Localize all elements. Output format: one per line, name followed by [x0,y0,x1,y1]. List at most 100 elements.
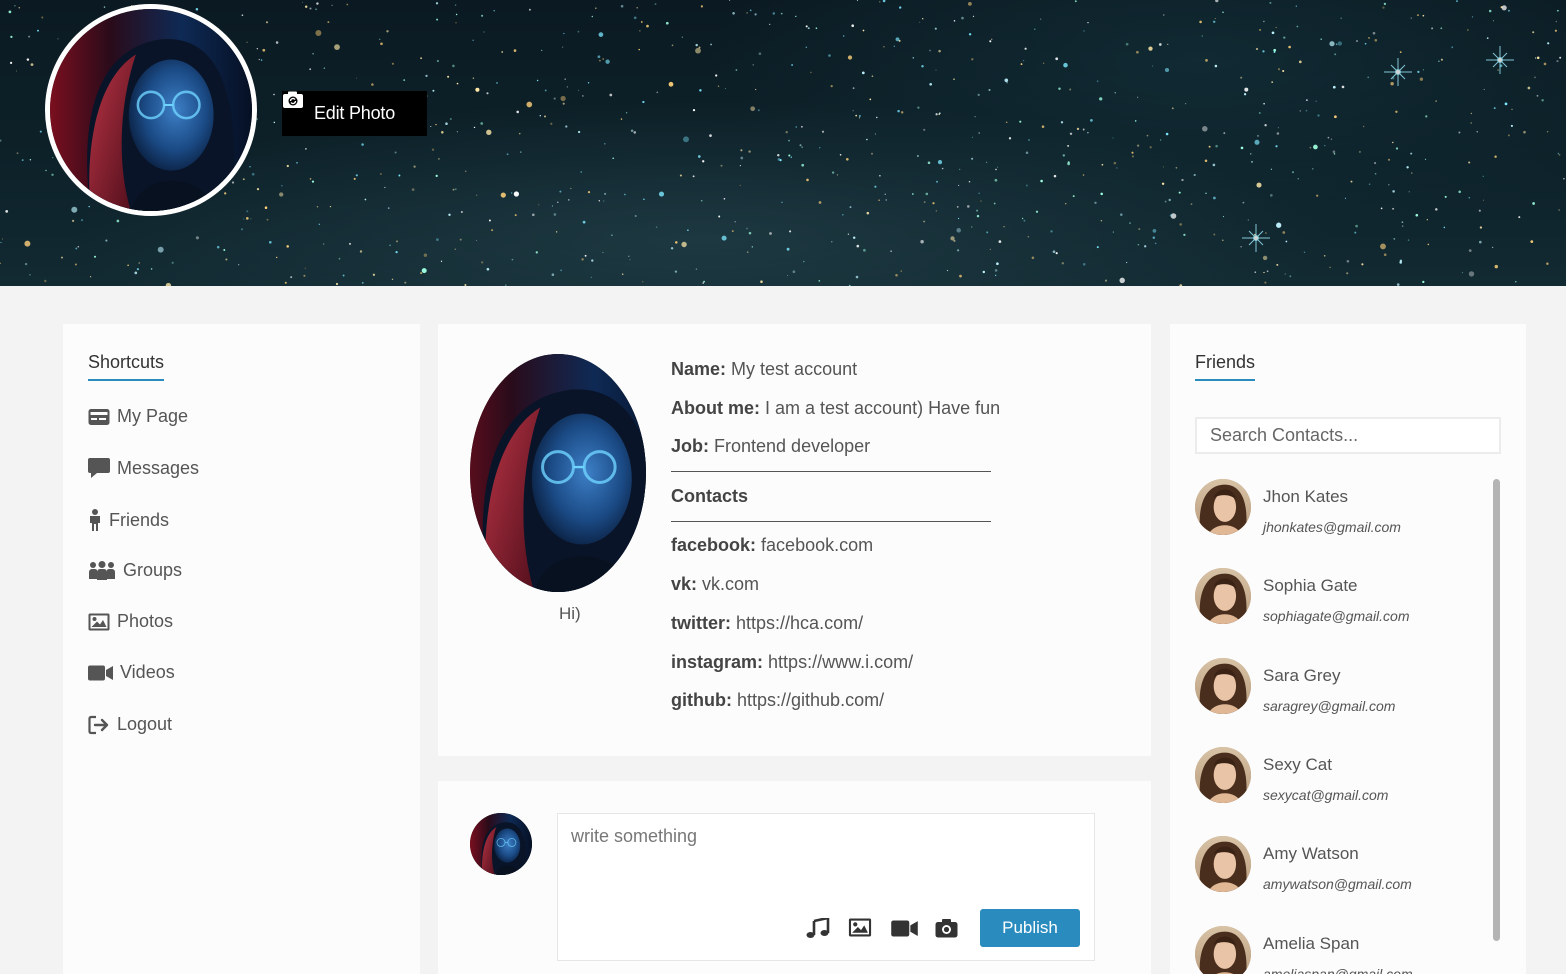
contact-avatar-image [1195,836,1251,892]
contact-row-facebook: facebook: facebook.com [671,535,873,556]
shortcuts-title: Shortcuts [88,352,165,381]
shortcut-label: Groups [123,560,183,580]
divider [671,471,991,472]
contact-item[interactable]: Amy Watson amywatson@gmail.com [1195,836,1495,896]
id-card-icon [88,408,110,425]
contact-avatar [1195,568,1251,624]
shortcut-label: Messages [117,457,200,478]
composer-avatar [470,813,532,875]
shortcut-friends[interactable]: Friends [88,509,169,531]
contact-item[interactable]: Sexy Cat sexycat@gmail.com [1195,747,1495,807]
contacts-title: Contacts [671,486,749,506]
profile-photo-image [470,354,646,592]
post-box: Publish [557,813,1095,961]
person-icon [90,509,100,531]
shortcut-label: Logout [117,714,173,734]
contact-email: amywatson@gmail.com [1263,876,1412,892]
edit-photo-button[interactable]: Edit Photo [282,91,427,136]
name-label: Name: [671,359,727,379]
shortcut-photos[interactable]: Photos [88,611,173,632]
contact-label: vk: [671,574,698,594]
sign-out-icon [88,715,109,734]
profile-avatar[interactable] [45,4,257,216]
shortcuts-panel: Shortcuts My Page Messages Friends Group… [63,324,420,974]
contact-email: jhonkates@gmail.com [1263,519,1401,535]
contact-avatar-image [1195,747,1251,803]
contact-name: Amelia Span [1263,934,1360,953]
contact-email: saragrey@gmail.com [1263,698,1396,714]
shortcut-my-page[interactable]: My Page [88,406,188,427]
shortcut-label: Friends [109,509,170,530]
shortcut-label: My Page [117,406,189,426]
comment-icon [88,458,110,478]
contact-avatar [1195,479,1251,535]
shortcut-groups[interactable]: Groups [88,560,182,581]
shortcut-logout[interactable]: Logout [88,714,172,735]
profile-status: Hi) [559,604,581,623]
contact-item[interactable]: Sara Grey saragrey@gmail.com [1195,658,1495,718]
contact-link[interactable]: https://hca.com/ [736,613,863,633]
contact-name: Sara Grey [1263,666,1341,685]
search-contacts-input[interactable] [1195,417,1501,454]
contact-row-twitter: twitter: https://hca.com/ [671,613,863,634]
contact-name: Sexy Cat [1263,755,1332,774]
contact-label: twitter: [671,613,731,633]
video-camera-icon[interactable] [891,920,918,937]
contact-name: Jhon Kates [1263,487,1349,506]
profile-photo [470,354,646,592]
shortcut-label: Videos [120,662,175,682]
camera-retro-icon [283,91,303,108]
contact-avatar [1195,658,1251,714]
music-icon[interactable] [806,918,830,938]
cover-banner: Edit Photo [0,0,1566,286]
contact-avatar [1195,747,1251,803]
contacts-list: Jhon Kates jhonkates@gmail.com Sophia Ga… [1195,479,1495,974]
profile-name-row: Name: My test account [671,359,857,380]
divider [671,521,991,522]
shortcut-messages[interactable]: Messages [88,457,199,479]
contact-row-vk: vk: vk.com [671,574,759,595]
about-value: I am a test account) Have fun [765,398,1001,418]
job-label: Job: [671,436,709,456]
contact-link[interactable]: facebook.com [761,535,873,555]
image-icon [88,613,110,630]
contact-link[interactable]: vk.com [702,574,759,594]
contact-email: sophiagate@gmail.com [1263,608,1410,624]
profile-job-row: Job: Frontend developer [671,436,870,457]
video-camera-icon [88,665,113,680]
shortcut-videos[interactable]: Videos [88,662,175,683]
contact-link[interactable]: https://github.com/ [737,690,884,710]
profile-avatar-image [50,9,252,211]
users-icon [89,560,115,580]
job-value: Frontend developer [714,436,871,456]
contact-avatar-image [1195,479,1251,535]
contact-name: Sophia Gate [1263,576,1358,595]
profile-about-row: About me: I am a test account) Have fun [671,398,1000,419]
image-icon[interactable] [848,918,872,937]
edit-photo-label: Edit Photo [313,103,396,123]
profile-info-card: Hi) Name: My test account About me: I am… [438,324,1151,756]
publish-button[interactable]: Publish [980,909,1080,947]
contact-avatar-image [1195,926,1251,974]
contact-email: sexycat@gmail.com [1263,787,1389,803]
post-textarea[interactable] [558,814,1094,890]
composer-avatar-image [470,813,532,875]
contact-item[interactable]: Jhon Kates jhonkates@gmail.com [1195,479,1495,539]
contact-label: instagram: [671,652,764,672]
friends-panel: Friends Jhon Kates jhonkates@gmail.com S… [1170,324,1526,974]
contact-item[interactable]: Sophia Gate sophiagate@gmail.com [1195,568,1495,628]
contact-email: ameliaspan@gmail.com [1263,966,1413,974]
post-composer: Publish [438,781,1151,974]
name-value: My test account [731,359,858,379]
contact-name: Amy Watson [1263,844,1359,863]
contact-row-github: github: https://github.com/ [671,690,884,711]
contact-label: github: [671,690,732,710]
contacts-scrollbar[interactable] [1493,479,1500,941]
contact-row-instagram: instagram: https://www.i.com/ [671,652,913,673]
contact-avatar [1195,926,1251,974]
contact-avatar [1195,836,1251,892]
shortcut-label: Photos [117,611,174,631]
contact-link[interactable]: https://www.i.com/ [768,652,913,672]
contact-item[interactable]: Amelia Span ameliaspan@gmail.com [1195,926,1495,974]
camera-icon[interactable] [935,918,958,938]
